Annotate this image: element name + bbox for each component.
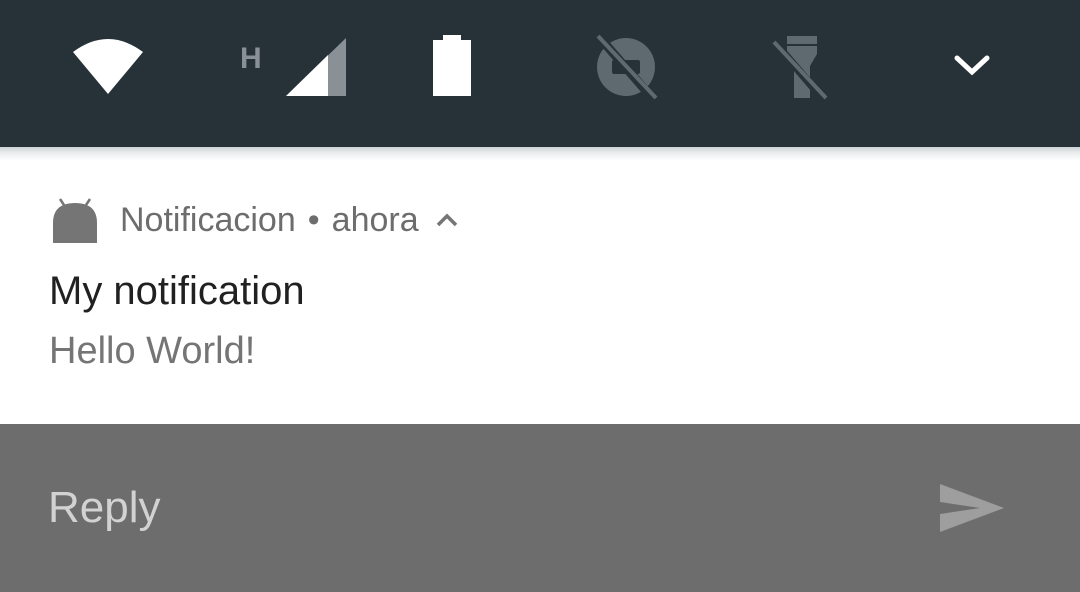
send-icon[interactable] [936,476,1008,540]
wifi-icon [73,39,143,94]
android-icon [53,198,97,243]
quick-settings-bar: H [0,0,1080,147]
notification-title: My notification [49,269,305,313]
rotation-lock-icon [596,34,658,103]
battery-tile[interactable] [412,30,492,110]
cell-signal-tile[interactable]: H [238,30,358,110]
chevron-down-icon [954,55,990,76]
notification-time: ahora [331,201,419,239]
notification-header[interactable]: Notificacion • ahora [50,192,461,248]
cell-signal-icon: H [240,38,346,96]
chevron-up-icon[interactable] [433,206,461,234]
battery-icon [433,35,471,96]
expand-quick-settings-button[interactable] [932,30,1012,110]
header-separator: • [307,201,320,239]
app-name: Notificacion [120,201,296,239]
wifi-tile[interactable] [68,30,148,110]
flashlight-off-icon [772,36,828,103]
auto-rotate-tile[interactable] [586,30,666,110]
reply-input[interactable] [48,476,848,540]
reply-bar [0,424,1080,592]
flashlight-tile[interactable] [762,30,842,110]
notification-card[interactable]: Notificacion • ahora My notification Hel… [0,147,1080,424]
network-type-label: H [240,42,262,75]
card-top-shadow [0,147,1080,161]
notification-text: Hello World! [49,330,256,372]
